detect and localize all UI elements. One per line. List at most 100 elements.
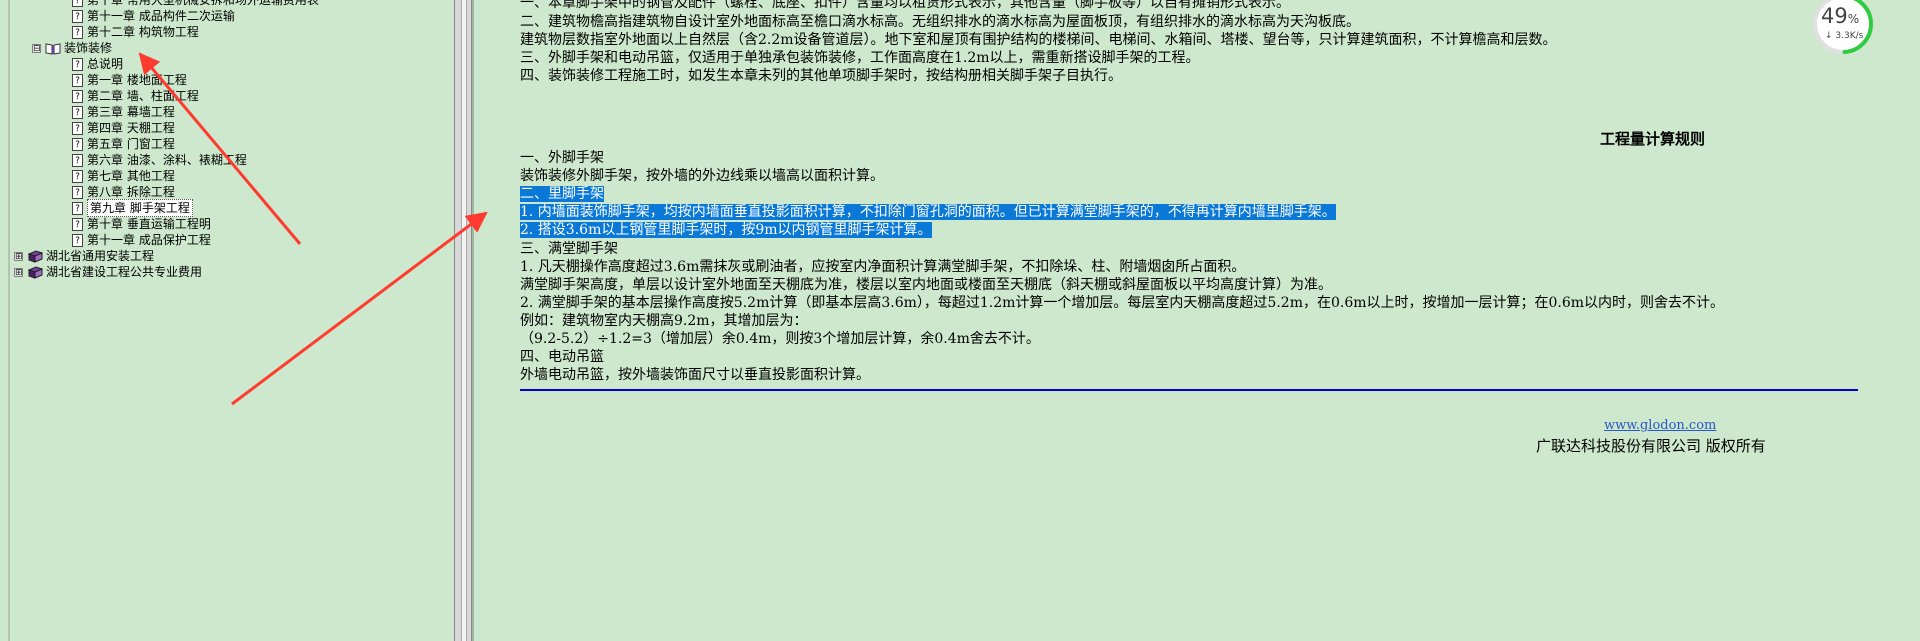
tree-item[interactable]: ? 第十章 垂直运输工程明 [72, 216, 211, 232]
tree-item-label: 湖北省通用安装工程 [46, 249, 155, 263]
tree-item-label: 湖北省建设工程公共专业费用 [46, 265, 203, 279]
tree-item-label: 第十一章 成品保护工程 [87, 233, 211, 247]
network-speed-widget[interactable]: 49% ↓ 3.3K/s [1809, 0, 1877, 56]
rule-text: 1. 凡天棚操作高度超过3.6m需抹灰或刷油者，应按室内净面积计算满堂脚手架，不… [520, 258, 1246, 275]
tree-item[interactable]: ? 总说明 [72, 56, 123, 72]
tree-item[interactable]: ? 第十二章 构筑物工程 [72, 24, 199, 40]
rule-line: 外墙电动吊篮，按外墙装饰面尺寸以垂直投影面积计算。 [520, 366, 870, 384]
help-doc-icon: ? [72, 121, 83, 135]
rule-line: 满堂脚手架高度，单层以设计室外地面至天棚底为准，楼层以室内地面或楼面至天棚底（斜… [520, 276, 1332, 294]
footer-divider [520, 389, 1858, 391]
rule-text: 满堂脚手架高度，单层以设计室外地面至天棚底为准，楼层以室内地面或楼面至天棚底（斜… [520, 276, 1332, 293]
tree-item-label: 第十一章 成品构件二次运输 [87, 9, 235, 23]
help-doc-icon: ? [72, 201, 83, 215]
expand-icon[interactable]: ⊞ [14, 251, 23, 261]
selected-text: 二、里脚手架 [520, 186, 604, 203]
tree-item-label: 第十章 垂直运输工程明 [87, 217, 211, 231]
rule-text: 三、满堂脚手架 [520, 240, 618, 257]
collapse-icon[interactable]: ⊟ [32, 43, 41, 53]
rule-line: 三、满堂脚手架 [520, 240, 618, 258]
tree-item[interactable]: ⊞ 湖北省建设工程公共专业费用 [14, 264, 202, 280]
rule-text: 四、电动吊篮 [520, 349, 604, 366]
tree-item-label: 第四章 天棚工程 [87, 121, 175, 135]
note-line: 一、本章脚手架中的钢管及配件（螺栓、底座、扣件）含量均以租赁形式表示，其他含量（… [520, 0, 1290, 11]
tree-item-label: 第九章 脚手架工程 [87, 199, 193, 217]
splitter-grip[interactable] [461, 0, 467, 641]
help-doc-icon: ? [72, 25, 83, 39]
help-doc-icon: ? [72, 153, 83, 167]
note-line: 三、外脚手架和电动吊篮，仅适用于单独承包装饰装修，工作面高度在1.2m以上，需重… [520, 50, 1200, 66]
rule-line: 1. 内墙面装饰脚手架，均按内墙面垂直投影面积计算，不扣除门窗孔洞的面积。但已计… [520, 203, 1336, 221]
tree-left-border [8, 0, 10, 641]
rule-text: 例如：建筑物室内天棚高9.2m，其增加层为： [520, 312, 808, 329]
tree-item-label: 第二章 墙、柱面工程 [87, 89, 199, 103]
tree-item-label: 第十二章 构筑物工程 [87, 25, 199, 39]
tree-item[interactable]: ? 第六章 油漆、涂料、裱糊工程 [72, 152, 247, 168]
help-doc-icon: ? [72, 217, 83, 231]
tree-item-label: 第六章 油漆、涂料、裱糊工程 [87, 153, 247, 167]
tree-item[interactable]: ? 第十章 常用大型机械安拆和场外运输费用表 [72, 0, 319, 8]
rule-line: 2. 满堂脚手架的基本层操作高度按5.2m计算（即基本层高3.6m），每超过1.… [520, 294, 1724, 312]
tree-item[interactable]: ? 第十一章 成品保护工程 [72, 232, 211, 248]
help-doc-icon: ? [72, 73, 83, 87]
tree-item-label: 第三章 幕墙工程 [87, 105, 175, 119]
help-doc-icon: ? [72, 105, 83, 119]
book-icon [27, 265, 43, 279]
tree-item[interactable]: ? 第二章 墙、柱面工程 [72, 88, 199, 104]
help-doc-icon: ? [72, 57, 83, 71]
tree-item[interactable]: ? 第八章 拆除工程 [72, 184, 175, 200]
tree-item-label: 第一章 楼地面工程 [87, 73, 187, 87]
expand-icon[interactable]: ⊞ [14, 267, 23, 277]
rule-line: 1. 凡天棚操作高度超过3.6m需抹灰或刷油者，应按室内净面积计算满堂脚手架，不… [520, 258, 1245, 276]
navigation-tree: ? 第十章 常用大型机械安拆和场外运输费用表? 第十一章 成品构件二次运输? 第十二章… [0, 0, 454, 641]
rules-heading: 工程量计算规则 [1600, 130, 1706, 148]
help-doc-icon: ? [72, 137, 83, 151]
tree-item[interactable]: ? 第三章 幕墙工程 [72, 104, 175, 120]
tree-item-label: 总说明 [87, 57, 124, 71]
tree-item[interactable]: ? 第五章 门窗工程 [72, 136, 175, 152]
tree-item[interactable]: ? 第一章 楼地面工程 [72, 72, 187, 88]
rule-line: 例如：建筑物室内天棚高9.2m，其增加层为： [520, 312, 808, 330]
speed-percent: 49% [1821, 4, 1860, 28]
rule-text: 2. 满堂脚手架的基本层操作高度按5.2m计算（即基本层高3.6m），每超过1.… [520, 294, 1725, 311]
download-rate: ↓ 3.3K/s [1825, 31, 1864, 41]
tree-item[interactable]: ⊟ 装饰装修 [32, 40, 112, 56]
tree-item[interactable]: ? 第四章 天棚工程 [72, 120, 175, 136]
selected-text: 1. 内墙面装饰脚手架，均按内墙面垂直投影面积计算，不扣除门窗孔洞的面积。但已计… [520, 204, 1336, 221]
book-icon [27, 249, 43, 263]
content-pane-edge [472, 0, 474, 641]
note-line: 建筑物层数指室外地面以上自然层（含2.2m设备管道层）。地下室和屋顶有围护结构的… [520, 32, 1557, 48]
help-doc-icon: ? [72, 89, 83, 103]
content-pane: 一、本章脚手架中的钢管及配件（螺栓、底座、扣件）含量均以租赁形式表示，其他含量（… [472, 0, 1920, 641]
tree-item[interactable]: ? 第十一章 成品构件二次运输 [72, 8, 235, 24]
selected-text: 2. 搭设3.6m以上钢管里脚手架时，按9m以内钢管里脚手架计算。 [520, 222, 932, 239]
tree-item[interactable]: ? 第七章 其他工程 [72, 168, 175, 184]
tree-item-label: 第五章 门窗工程 [87, 137, 175, 151]
rule-line: 装饰装修外脚手架，按外墙的外边线乘以墙高以面积计算。 [520, 167, 884, 185]
note-line: 二、建筑物檐高指建筑物自设计室外地面标高至檐口滴水标高。无组织排水的滴水标高为屋… [520, 14, 1360, 30]
help-doc-icon: ? [72, 169, 83, 183]
footer-copyright: 广联达科技股份有限公司 版权所有 [1536, 437, 1766, 455]
rule-line: 2. 搭设3.6m以上钢管里脚手架时，按9m以内钢管里脚手架计算。 [520, 221, 932, 239]
tree-item-label: 第七章 其他工程 [87, 169, 175, 183]
help-doc-icon: ? [72, 185, 83, 199]
open-book-icon [45, 42, 61, 55]
rule-line: （9.2-5.2）÷1.2=3（增加层）余0.4m，则按3个增加层计算，余0.4… [520, 330, 1040, 348]
rule-line: 四、电动吊篮 [520, 348, 604, 366]
rule-text: （9.2-5.2）÷1.2=3（增加层）余0.4m，则按3个增加层计算，余0.4… [520, 331, 1040, 347]
note-line: 四、装饰装修工程施工时，如发生本章未列的其他单项脚手架时，按结构册相关脚手架子目… [520, 68, 1122, 84]
tree-item-label: 第八章 拆除工程 [87, 185, 175, 199]
help-doc-icon: ? [72, 0, 83, 7]
footer-website-link[interactable]: www.glodon.com [1604, 418, 1716, 433]
help-doc-icon: ? [72, 233, 83, 247]
tree-item[interactable]: ? 第九章 脚手架工程 [72, 199, 193, 217]
tree-item-label: 装饰装修 [64, 41, 113, 55]
tree-item-label: 第十章 常用大型机械安拆和场外运输费用表 [87, 0, 319, 7]
rule-text: 装饰装修外脚手架，按外墙的外边线乘以墙高以面积计算。 [520, 168, 884, 185]
tree-item[interactable]: ⊞ 湖北省通用安装工程 [14, 248, 154, 264]
rule-line: 二、里脚手架 [520, 185, 604, 203]
rule-line: 一、外脚手架 [520, 149, 604, 167]
rule-text: 一、外脚手架 [520, 150, 604, 166]
help-doc-icon: ? [72, 9, 83, 23]
pane-splitter[interactable] [454, 0, 472, 641]
